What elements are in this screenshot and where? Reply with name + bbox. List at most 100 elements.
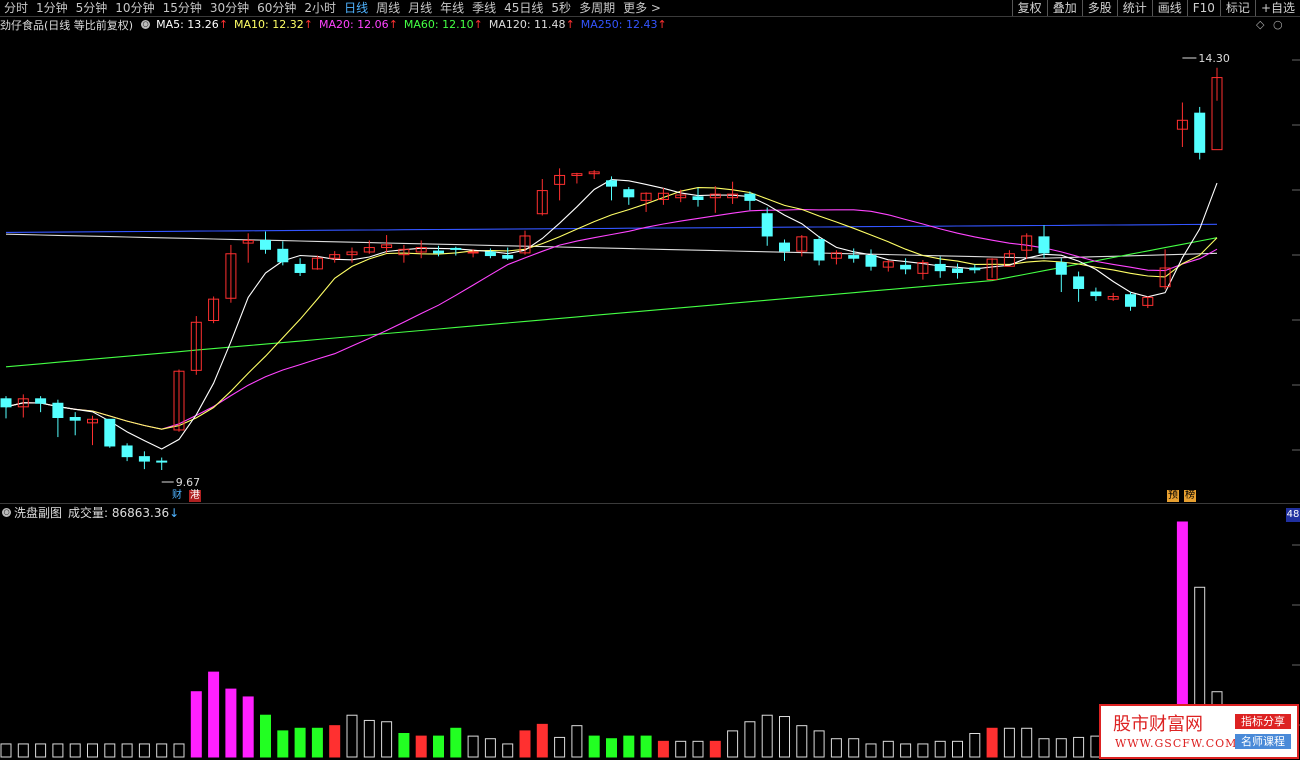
- volume-bar: [277, 730, 289, 758]
- candle-body: [606, 180, 617, 187]
- volume-bar: [0, 743, 12, 758]
- kline-chart[interactable]: 14.30 9.67: [0, 0, 1300, 760]
- volume-bar: [260, 714, 271, 758]
- volume-bar: [242, 696, 254, 758]
- candle-body: [52, 402, 64, 418]
- volume-bar: [900, 743, 912, 758]
- volume-bar: [554, 736, 566, 758]
- volume-bar: [588, 735, 600, 758]
- volume-bar: [415, 735, 427, 758]
- volume-bar: [190, 691, 202, 758]
- volume-bar: [675, 740, 687, 758]
- volume-bar: [813, 730, 825, 758]
- volume-bar: [450, 727, 462, 758]
- volume-bar: [1003, 727, 1015, 758]
- volume-bar: [329, 725, 341, 758]
- candle-body: [900, 264, 912, 270]
- candle-body: [294, 263, 306, 273]
- volume-bar: [138, 743, 150, 758]
- candle-body: [1125, 294, 1136, 307]
- diamond-icon[interactable]: ◇: [1256, 18, 1264, 31]
- volume-bar: [709, 740, 721, 758]
- volume-bar: [848, 738, 860, 758]
- volume-bar: [796, 725, 808, 758]
- ma60-line: [5, 237, 1218, 368]
- volume-bar: [1055, 738, 1067, 758]
- candle-body: [1090, 291, 1102, 297]
- candle-body: [623, 189, 635, 198]
- watermark-tag-share: 指标分享: [1235, 714, 1291, 729]
- candle-body: [156, 460, 168, 463]
- volume-bar: [692, 740, 704, 758]
- candle-body: [433, 250, 444, 254]
- candle-body: [848, 255, 860, 259]
- volume-bar: [536, 723, 548, 758]
- volume-bar: [917, 743, 929, 758]
- settings-gear-icon[interactable]: ○: [1273, 18, 1283, 31]
- badge-bang[interactable]: 榜: [1184, 490, 1196, 502]
- watermark-logo: 股市财富网 WWW.GSCFW.COM 指标分享 名师课程: [1099, 704, 1299, 759]
- candle-body: [0, 398, 12, 408]
- candle-body: [450, 247, 462, 250]
- candle-body: [467, 251, 479, 254]
- volume-bar: [311, 727, 323, 758]
- volume-bar: [986, 727, 998, 758]
- volume-bar: [623, 735, 635, 758]
- volume-bar: [606, 738, 617, 758]
- badge-gang[interactable]: 港: [189, 490, 201, 502]
- volume-bar: [208, 671, 220, 758]
- volume-bar: [502, 743, 514, 758]
- volume-bar: [1073, 736, 1085, 758]
- watermark-title: 股市财富网: [1113, 714, 1203, 735]
- volume-bar: [225, 688, 237, 758]
- high-price-label: 14.30: [1198, 52, 1230, 65]
- candle-body: [35, 398, 47, 404]
- volume-bar: [52, 743, 64, 758]
- volume-bar: [398, 733, 410, 758]
- volume-bar: [173, 743, 185, 758]
- volume-bar: [363, 719, 375, 758]
- volume-bar: [87, 743, 98, 758]
- ma10-line: [5, 187, 1218, 430]
- volume-bar: [1038, 738, 1050, 758]
- volume-bar: [779, 716, 790, 758]
- volume-bar: [484, 738, 496, 758]
- badge-cai[interactable]: 财: [171, 490, 183, 502]
- candle-body: [813, 239, 825, 261]
- volume-axis-value: 48: [1286, 508, 1300, 522]
- volume-bar: [1021, 727, 1033, 758]
- volume-bar: [952, 740, 963, 758]
- candle-body: [1073, 276, 1085, 289]
- candle-body: [277, 248, 289, 263]
- volume-bar: [294, 727, 306, 758]
- volume-bar: [571, 725, 583, 758]
- volume-bar: [433, 735, 444, 758]
- volume-bar: [381, 721, 393, 758]
- candle-body: [104, 418, 116, 447]
- badge-yu[interactable]: 预: [1167, 490, 1179, 502]
- volume-bar: [17, 743, 29, 758]
- candle-body: [744, 193, 756, 201]
- volume-bar: [121, 743, 133, 758]
- volume-bar: [69, 743, 81, 758]
- volume-bar: [761, 714, 773, 758]
- volume-bar: [830, 738, 842, 758]
- candle-body: [138, 456, 150, 462]
- candle-body: [121, 445, 133, 458]
- volume-bar: [467, 735, 479, 758]
- ma250-line: [5, 223, 1218, 233]
- volume-bar: [744, 721, 756, 758]
- candle-body: [484, 251, 496, 257]
- volume-bar: [657, 740, 669, 758]
- candle-body: [69, 416, 81, 421]
- candle-body: [1194, 112, 1206, 153]
- candle-body: [502, 255, 514, 259]
- candle-body: [1038, 236, 1050, 254]
- watermark-tag-course: 名师课程: [1235, 734, 1291, 749]
- volume-bar: [882, 740, 894, 758]
- candle-body: [779, 242, 790, 252]
- volume-bar: [640, 735, 652, 758]
- candle-body: [1055, 262, 1067, 275]
- candle-body: [865, 255, 877, 267]
- volume-bar: [969, 733, 981, 758]
